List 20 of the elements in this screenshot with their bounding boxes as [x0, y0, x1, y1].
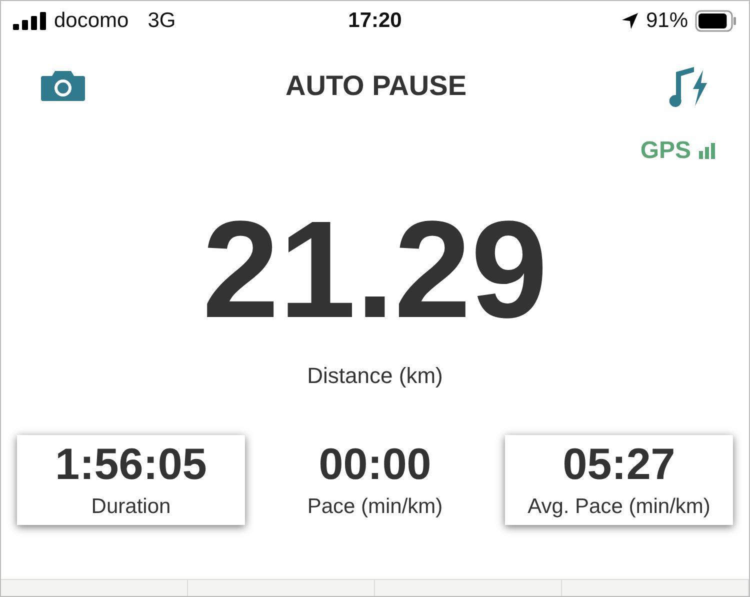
- clock-time: 17:20: [348, 9, 402, 33]
- screen-title: AUTO PAUSE: [286, 70, 466, 102]
- distance-label: Distance (km): [307, 363, 443, 389]
- location-arrow-icon: [620, 12, 639, 30]
- stat-label: Duration: [91, 495, 171, 520]
- stat-value: 00:00: [318, 441, 432, 490]
- battery-percentage: 91%: [646, 9, 688, 33]
- stat-label: Avg. Pace (min/km): [528, 495, 710, 520]
- stat-value: 1:56:05: [55, 441, 207, 490]
- battery-icon: [695, 10, 737, 32]
- music-note-lightning-icon[interactable]: [667, 64, 709, 108]
- stat-value: 05:27: [562, 441, 676, 490]
- camera-icon[interactable]: [41, 71, 85, 101]
- network-type: 3G: [148, 9, 176, 33]
- carrier-name: docomo: [54, 9, 129, 33]
- signal-icon: [13, 12, 47, 30]
- distance-value: 21.29: [202, 201, 548, 339]
- gps-label: GPS: [640, 137, 691, 165]
- gps-signal-icon: [699, 143, 715, 159]
- stat-label: Pace (min/km): [307, 495, 443, 520]
